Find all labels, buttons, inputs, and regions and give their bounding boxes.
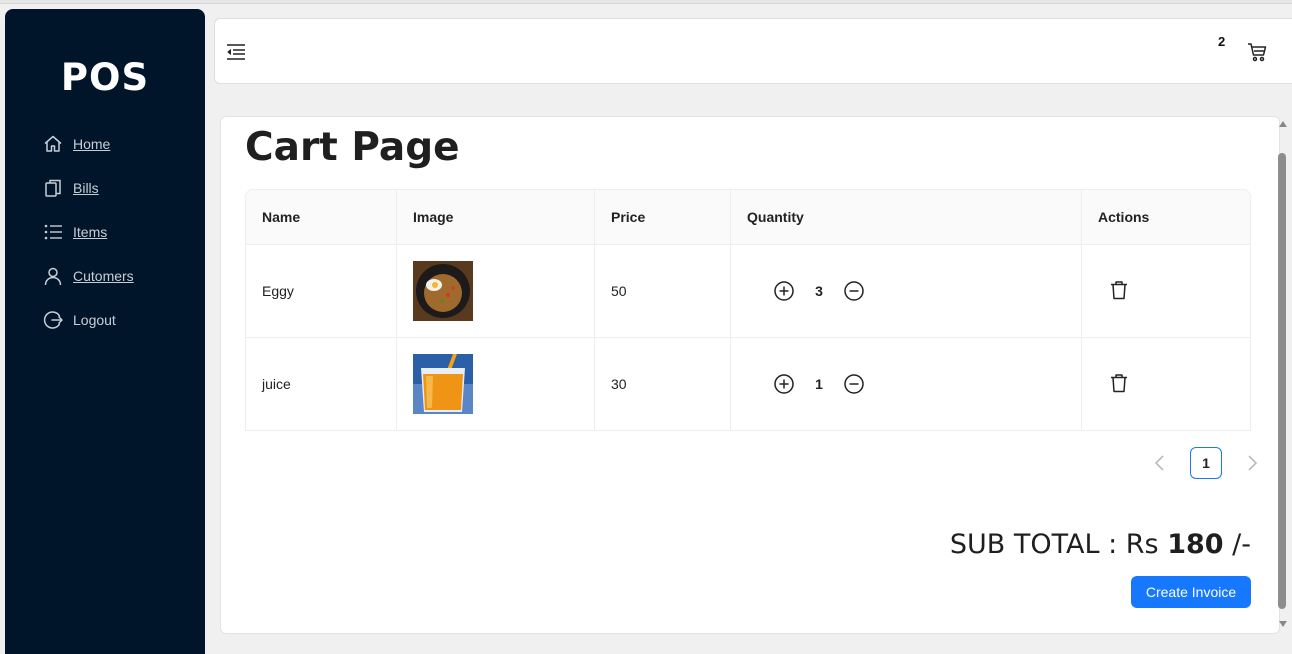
logout-icon: [42, 309, 64, 331]
sidebar-item-label[interactable]: Cutomers: [73, 268, 134, 284]
column-header-actions: Actions: [1082, 189, 1251, 245]
pagination-page-1[interactable]: 1: [1190, 447, 1222, 479]
column-header-quantity: Quantity: [731, 189, 1082, 245]
cart-count-badge: 2: [1218, 34, 1226, 49]
item-actions-cell: [1082, 338, 1251, 431]
delete-icon[interactable]: [1108, 372, 1130, 394]
quantity-value: 1: [815, 376, 823, 392]
minus-circle-icon[interactable]: [843, 280, 865, 302]
table-row: Eggy 50 3: [245, 245, 1251, 338]
item-name: juice: [245, 338, 397, 431]
sidebar: POS Home Bills Items Cutomers Logout: [5, 9, 205, 654]
sidebar-item-items[interactable]: Items: [42, 220, 107, 244]
sidebar-item-label[interactable]: Bills: [73, 180, 99, 196]
item-image-cell: [397, 245, 595, 338]
item-image-cell: [397, 338, 595, 431]
sidebar-item-logout[interactable]: Logout: [42, 308, 116, 332]
home-icon: [42, 133, 64, 155]
egg-dish-image: [413, 261, 473, 321]
scroll-down-arrow-icon[interactable]: [1279, 621, 1287, 627]
item-actions-cell: [1082, 245, 1251, 338]
plus-circle-icon[interactable]: [773, 280, 795, 302]
subtotal-label: SUB TOTAL : Rs: [949, 529, 1168, 560]
pagination: 1: [1150, 447, 1262, 479]
item-price: 30: [595, 338, 731, 431]
plus-circle-icon[interactable]: [773, 373, 795, 395]
sidebar-item-bills[interactable]: Bills: [42, 176, 99, 200]
chevron-right-icon[interactable]: [1242, 453, 1262, 473]
shopping-cart-icon[interactable]: [1246, 41, 1268, 63]
table-header-row: Name Image Price Quantity Actions: [245, 189, 1251, 245]
vertical-scrollbar[interactable]: [1277, 117, 1291, 631]
create-invoice-button[interactable]: Create Invoice: [1131, 576, 1251, 608]
page-title: Cart Page: [245, 125, 460, 170]
column-header-image: Image: [397, 189, 595, 245]
browser-top-strip: [0, 0, 1292, 4]
subtotal-suffix: /-: [1223, 529, 1251, 560]
scroll-up-arrow-icon[interactable]: [1279, 121, 1287, 127]
item-quantity-cell: 3: [731, 245, 1082, 338]
subtotal: SUB TOTAL : Rs 180 /-: [950, 529, 1251, 560]
sidebar-item-label[interactable]: Items: [73, 224, 107, 240]
scroll-thumb[interactable]: [1278, 153, 1286, 609]
minus-circle-icon[interactable]: [843, 373, 865, 395]
cart-page-content: Cart Page Name Image Price Quantity Acti…: [220, 116, 1280, 634]
sidebar-item-customers[interactable]: Cutomers: [42, 264, 134, 288]
user-icon: [42, 265, 64, 287]
menu-fold-icon[interactable]: [225, 41, 247, 63]
chevron-left-icon[interactable]: [1150, 453, 1170, 473]
copy-icon: [42, 177, 64, 199]
sidebar-item-label[interactable]: Logout: [73, 312, 116, 328]
column-header-name: Name: [245, 189, 397, 245]
sidebar-item-label[interactable]: Home: [73, 136, 110, 152]
subtotal-amount: 180: [1167, 529, 1224, 560]
quantity-value: 3: [815, 283, 823, 299]
top-header: 2: [214, 18, 1292, 84]
orange-juice-image: [413, 354, 473, 414]
list-icon: [42, 221, 64, 243]
item-quantity-cell: 1: [731, 338, 1082, 431]
item-name: Eggy: [245, 245, 397, 338]
item-price: 50: [595, 245, 731, 338]
cart-table: Name Image Price Quantity Actions Eggy 5…: [245, 189, 1251, 431]
app-logo: POS: [60, 56, 150, 99]
delete-icon[interactable]: [1108, 279, 1130, 301]
table-row: juice 30 1: [245, 338, 1251, 431]
column-header-price: Price: [595, 189, 731, 245]
sidebar-item-home[interactable]: Home: [42, 132, 110, 156]
